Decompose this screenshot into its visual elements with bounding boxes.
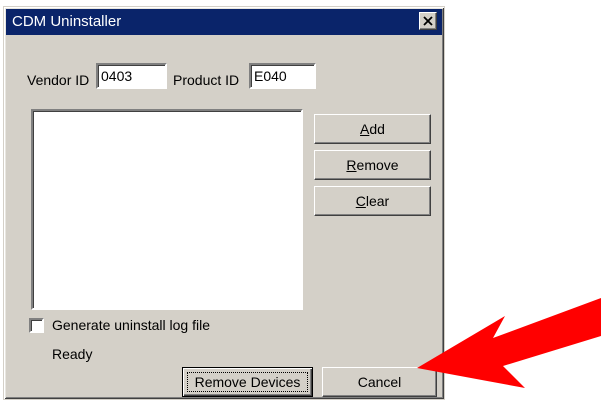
add-label: dd (369, 121, 385, 137)
remove-devices-label: Remove Devices (194, 374, 301, 390)
remove-mnemonic: R (346, 157, 357, 173)
clear-label: lear (365, 193, 390, 209)
screenshot-canvas: CDM Uninstaller Vendor ID Product ID Add… (0, 0, 601, 407)
close-icon (423, 16, 433, 26)
red-arrow-pointer-icon (417, 298, 601, 388)
product-id-label: Product ID (173, 72, 240, 88)
clear-mnemonic: C (355, 193, 366, 209)
generate-log-label: Generate uninstall log file (52, 317, 210, 333)
remove-label: emove (356, 157, 399, 173)
cancel-label: Cancel (357, 374, 402, 390)
vendor-id-label: Vendor ID (27, 72, 90, 88)
cdm-uninstaller-dialog: CDM Uninstaller Vendor ID Product ID Add… (3, 6, 445, 400)
generate-log-checkbox[interactable] (29, 318, 44, 333)
clear-button[interactable]: Clear (314, 186, 431, 216)
title-bar: CDM Uninstaller (6, 9, 442, 35)
remove-devices-button[interactable]: Remove Devices (182, 367, 313, 397)
add-mnemonic: A (360, 121, 370, 137)
add-button[interactable]: Add (314, 114, 431, 144)
vendor-id-input[interactable] (96, 63, 167, 89)
status-text: Ready (52, 346, 93, 362)
product-id-input[interactable] (249, 63, 316, 89)
close-button[interactable] (419, 12, 437, 30)
window-title: CDM Uninstaller (12, 13, 122, 30)
device-id-list[interactable] (31, 109, 303, 310)
remove-button[interactable]: Remove (314, 150, 431, 180)
